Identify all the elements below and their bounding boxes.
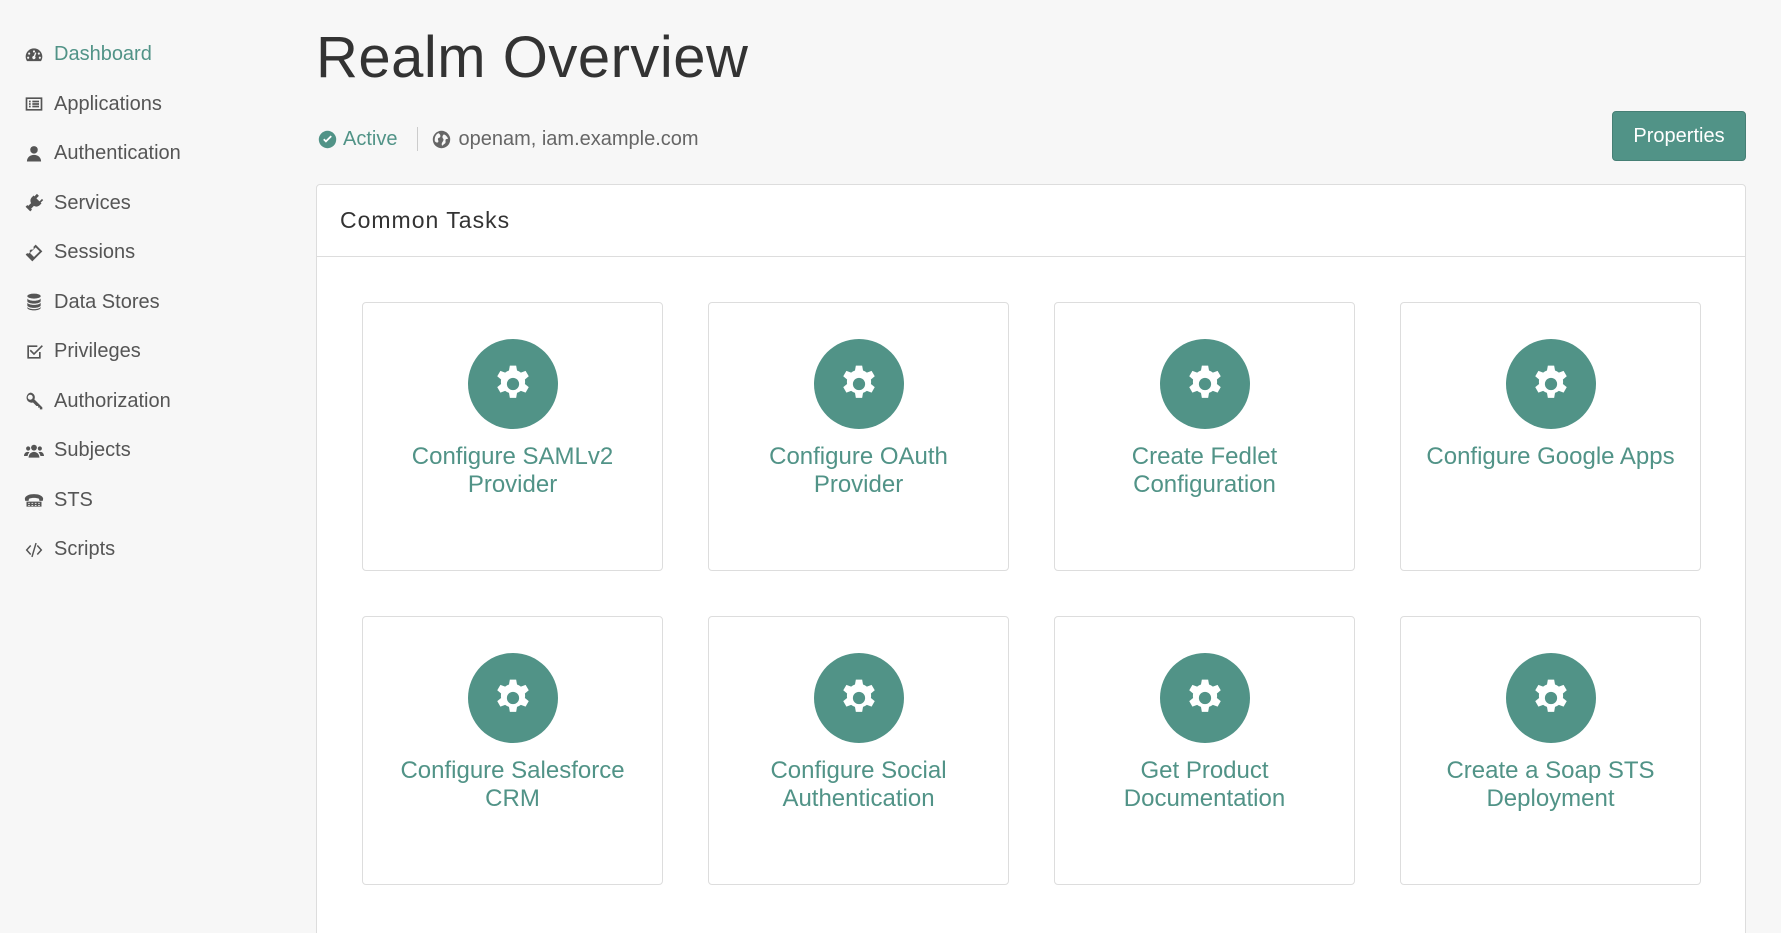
sidebar-item-applications[interactable]: Applications	[0, 80, 300, 130]
sidebar-item-authorization[interactable]: Authorization	[0, 377, 300, 427]
list-icon	[23, 93, 45, 115]
gear-icon	[1505, 653, 1596, 743]
sidebar-item-label: Dashboard	[54, 43, 152, 66]
sidebar-item-label: STS	[54, 488, 93, 511]
sidebar-item-subjects[interactable]: Subjects	[0, 426, 300, 476]
sidebar-item-privileges[interactable]: Privileges	[0, 327, 300, 377]
code-icon	[23, 539, 45, 561]
properties-button[interactable]: Properties	[1612, 111, 1746, 161]
fax-icon	[23, 489, 45, 511]
task-card-configure-samlv2[interactable]: Configure SAMLv2 Provider	[362, 302, 663, 571]
gear-icon	[1505, 339, 1596, 429]
sidebar-item-label: Privileges	[54, 340, 141, 363]
gear-icon	[1159, 653, 1250, 743]
gear-icon	[467, 653, 558, 743]
sidebar-item-label: Data Stores	[54, 290, 160, 313]
status-text: Active	[343, 127, 398, 150]
divider	[417, 127, 419, 151]
sidebar-item-label: Scripts	[54, 538, 116, 561]
sidebar-item-services[interactable]: Services	[0, 179, 300, 229]
sidebar-item-sessions[interactable]: Sessions	[0, 228, 300, 278]
database-icon	[23, 291, 45, 313]
common-tasks-panel: Common Tasks Configure SAMLv2 Provider C…	[316, 184, 1746, 933]
sidebar-item-sts[interactable]: STS	[0, 476, 300, 526]
task-label: Configure OAuth Provider	[769, 443, 948, 498]
task-label: Configure Salesforce CRM	[400, 757, 625, 812]
realm-host: openam, iam.example.com	[432, 127, 699, 151]
sidebar-item-data-stores[interactable]: Data Stores	[0, 278, 300, 328]
panel-title: Common Tasks	[317, 185, 1745, 257]
sidebar-item-label: Subjects	[54, 439, 131, 462]
globe-icon	[433, 130, 451, 148]
host-text: openam, iam.example.com	[458, 127, 699, 150]
task-card-configure-salesforce[interactable]: Configure Salesforce CRM	[362, 616, 663, 885]
sidebar: Dashboard Applications Authentication Se…	[0, 0, 300, 933]
page-title: Realm Overview	[316, 25, 749, 90]
check-square-icon	[23, 341, 45, 363]
gear-icon	[467, 339, 558, 429]
users-icon	[23, 440, 45, 462]
sidebar-item-label: Sessions	[54, 241, 136, 264]
gear-icon	[1159, 339, 1250, 429]
task-label: Configure Google Apps	[1426, 443, 1675, 470]
ticket-icon	[23, 242, 45, 264]
sidebar-item-label: Authentication	[54, 142, 181, 165]
gear-icon	[813, 653, 904, 743]
task-label: Create Fedlet Configuration	[1131, 443, 1278, 498]
check-circle-icon	[318, 130, 337, 148]
realm-meta: Active openam, iam.example.com	[318, 123, 699, 155]
sidebar-item-dashboard[interactable]: Dashboard	[0, 30, 300, 80]
task-card-configure-social-auth[interactable]: Configure Social Authentication	[708, 616, 1009, 885]
task-label: Get Product Documentation	[1123, 757, 1286, 812]
key-icon	[23, 390, 45, 412]
task-label: Configure Social Authentication	[770, 757, 947, 812]
task-grid: Configure SAMLv2 Provider Configure OAut…	[362, 302, 1701, 885]
sidebar-item-label: Authorization	[54, 389, 171, 412]
task-card-soap-sts-deployment[interactable]: Create a Soap STS Deployment	[1400, 616, 1701, 885]
user-icon	[23, 143, 45, 165]
sidebar-item-label: Services	[54, 191, 131, 214]
task-card-configure-oauth[interactable]: Configure OAuth Provider	[708, 302, 1009, 571]
sidebar-item-authentication[interactable]: Authentication	[0, 129, 300, 179]
task-card-configure-google-apps[interactable]: Configure Google Apps	[1400, 302, 1701, 571]
dashboard-icon	[23, 44, 45, 66]
task-label: Create a Soap STS Deployment	[1446, 757, 1655, 812]
sidebar-item-label: Applications	[54, 92, 162, 115]
task-label: Configure SAMLv2 Provider	[411, 443, 614, 498]
gear-icon	[813, 339, 904, 429]
plug-icon	[23, 192, 45, 214]
sidebar-item-scripts[interactable]: Scripts	[0, 525, 300, 575]
task-card-product-documentation[interactable]: Get Product Documentation	[1054, 616, 1355, 885]
task-card-create-fedlet[interactable]: Create Fedlet Configuration	[1054, 302, 1355, 571]
status-badge: Active	[318, 128, 397, 151]
